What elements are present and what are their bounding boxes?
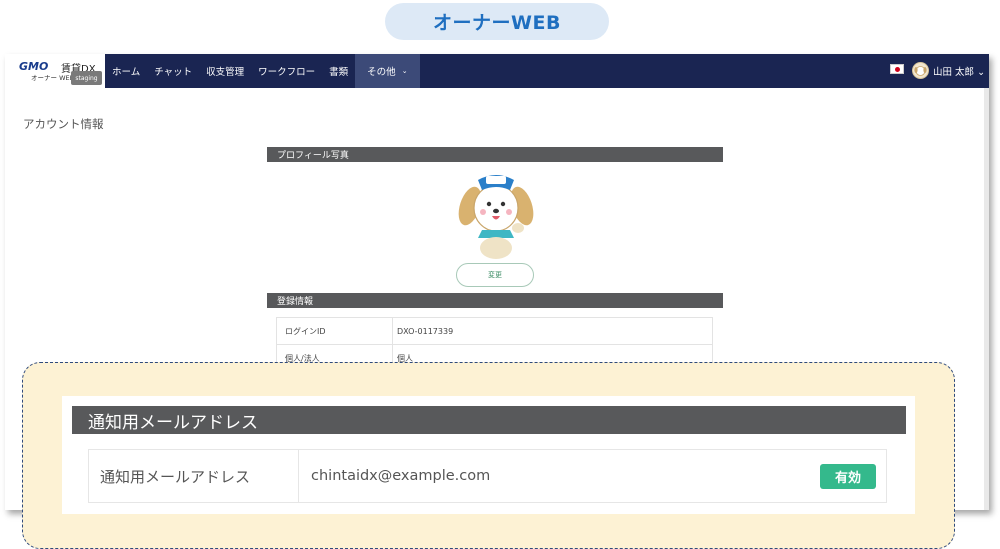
email-label: 通知用メールアドレス [89, 450, 299, 502]
nav-item-workflow[interactable]: ワークフロー [251, 54, 322, 88]
dog-mascot-icon [914, 66, 927, 76]
stage: オーナーWEB GMO 賃貸DX オーナー WEB staging ホーム チャ… [0, 0, 1000, 549]
nav-item-label: 収支管理 [206, 67, 245, 78]
dog-mascot-icon [458, 175, 534, 259]
status-badge: 有効 [820, 464, 876, 489]
nav-menu: ホーム チャット 収支管理 ワークフロー 書類 その他 ⌄ [105, 54, 420, 88]
row-value: DXO-0117339 [397, 326, 454, 336]
chevron-down-icon: ⌄ [977, 67, 986, 78]
notification-email-header: 通知用メールアドレス [72, 406, 906, 434]
logo-subtitle: オーナー WEB [31, 74, 75, 82]
nav-item-label: ワークフロー [258, 67, 316, 78]
nav-item-balance[interactable]: 収支管理 [199, 54, 251, 88]
nav-item-label: チャット [154, 67, 193, 78]
nav-item-documents[interactable]: 書類 [322, 54, 355, 88]
avatar[interactable] [912, 62, 929, 79]
user-menu[interactable]: 山田 太郎 ⌄ [933, 64, 985, 78]
page-title: アカウント情報 [23, 117, 104, 131]
nav-item-chat[interactable]: チャット [147, 54, 199, 88]
user-name: 山田 太郎 [933, 67, 975, 78]
chevron-down-icon: ⌄ [401, 67, 408, 75]
notification-email-row: 通知用メールアドレス chintaidx@example.com [88, 449, 887, 503]
nav-item-label: 書類 [329, 67, 349, 78]
banner-title: オーナーWEB [433, 12, 561, 34]
nav-item-label: その他 [367, 67, 396, 78]
nav-item-other[interactable]: その他 ⌄ [355, 54, 420, 88]
japan-flag-icon[interactable] [890, 64, 904, 74]
row-label: ログインID [277, 318, 393, 344]
profile-section-header: プロフィール写真 [267, 147, 723, 162]
section-heading: 登録情報 [277, 297, 314, 307]
scrollbar[interactable] [984, 88, 989, 510]
section-heading: 通知用メールアドレス [88, 412, 258, 433]
nav-item-home[interactable]: ホーム [105, 54, 147, 88]
registration-section-header: 登録情報 [267, 293, 723, 308]
banner-pill: オーナーWEB [385, 3, 609, 40]
email-value: chintaidx@example.com [311, 468, 491, 484]
staging-badge: staging [71, 71, 102, 85]
top-nav: GMO 賃貸DX オーナー WEB staging ホーム チャット 収支管理 … [5, 54, 989, 88]
change-photo-button[interactable]: 変更 [456, 263, 534, 287]
nav-item-label: ホーム [112, 67, 141, 78]
table-row: ログインID DXO-0117339 [277, 318, 712, 345]
logo[interactable]: GMO 賃貸DX オーナー WEB staging [5, 54, 105, 88]
section-heading: プロフィール写真 [277, 151, 349, 161]
